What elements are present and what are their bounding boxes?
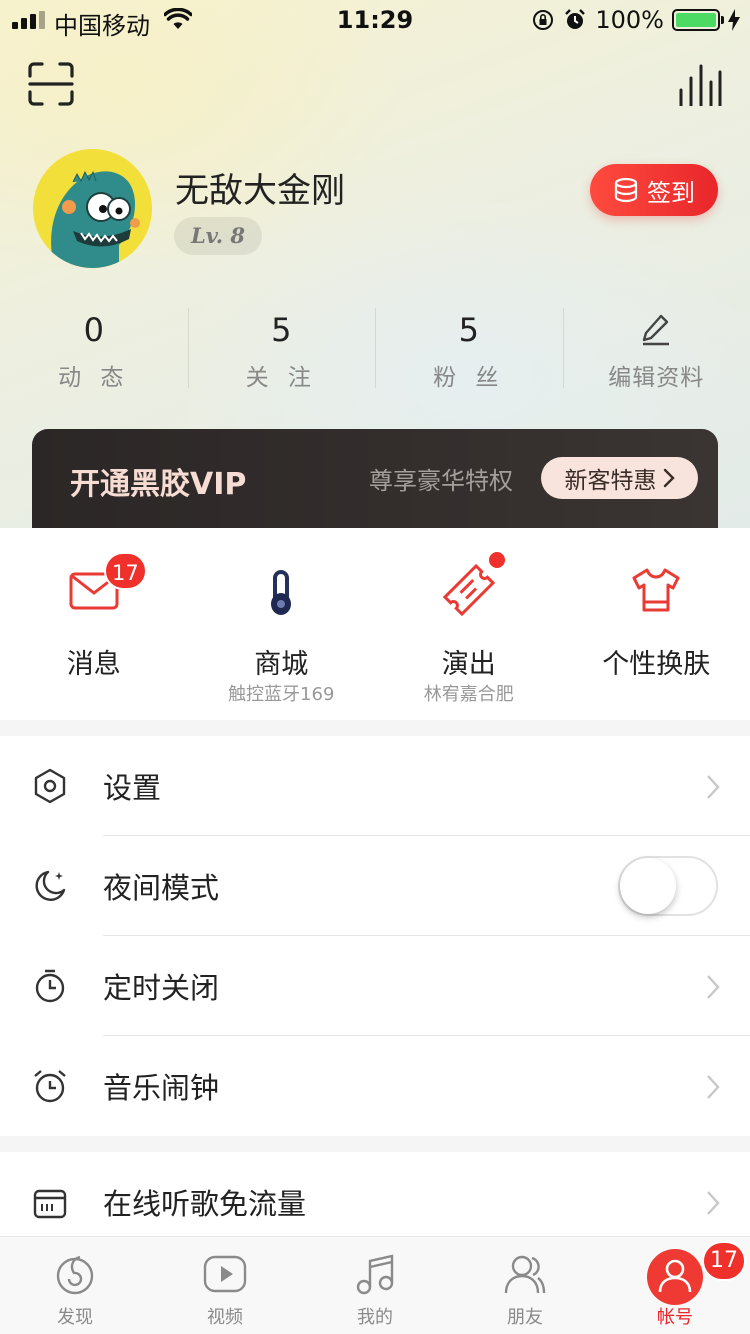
profile-stats: 0 动 态 5 关 注 5 粉 丝 编辑资料 — [0, 308, 750, 391]
tab-bar: 发现 视频 我的 朋友 17 帐号 — [0, 1236, 750, 1334]
chevron-right-icon — [663, 468, 675, 488]
edit-profile-button[interactable]: 编辑资料 — [562, 308, 750, 391]
settings-item-music-alarm[interactable]: 音乐闹钟 — [0, 1036, 750, 1136]
vip-offer-label: 新客特惠 — [564, 468, 657, 494]
vip-offer-button[interactable]: 新客特惠 — [541, 457, 698, 499]
coins-icon — [614, 177, 638, 203]
settings-item-label: 在线听歌免流量 — [103, 1187, 307, 1221]
tshirt-icon — [632, 568, 680, 612]
quick-mall[interactable]: 商城 触控蓝牙169 — [188, 528, 376, 720]
settings-item-label: 音乐闹钟 — [103, 1071, 220, 1105]
chevron-right-icon — [707, 1191, 720, 1215]
settings-item-settings[interactable]: 设置 — [0, 736, 750, 836]
tab-account[interactable]: 17 帐号 — [600, 1237, 750, 1334]
stat-posts[interactable]: 0 动 态 — [0, 308, 188, 391]
hexagon-settings-icon — [34, 768, 66, 804]
account-icon — [658, 1259, 692, 1293]
quick-shows-title: 演出 — [441, 649, 496, 680]
ticket-icon — [442, 563, 495, 617]
level-badge[interactable]: Lv. 8 — [174, 217, 262, 255]
toggle-knob — [620, 858, 676, 914]
discover-icon — [56, 1255, 94, 1295]
orientation-lock-icon — [533, 10, 554, 30]
stat-following-label: 关 注 — [245, 365, 317, 391]
tab-label: 朋友 — [507, 1307, 543, 1328]
alarm-icon — [565, 9, 586, 29]
chevron-right-icon — [707, 1075, 720, 1099]
settings-item-label: 夜间模式 — [103, 871, 220, 905]
status-bar: 中国移动 11:29 100% — [0, 0, 750, 40]
tab-discover[interactable]: 发现 — [0, 1237, 150, 1334]
alarm-clock-icon — [34, 1070, 66, 1103]
edit-profile-label: 编辑资料 — [608, 365, 705, 391]
video-icon — [203, 1255, 247, 1293]
quick-mall-title: 商城 — [254, 649, 309, 680]
signin-button[interactable]: 签到 — [590, 164, 718, 216]
timer-icon — [35, 969, 65, 1003]
pencil-icon — [643, 314, 670, 346]
moon-icon — [35, 870, 66, 901]
settings-list-2: 在线听歌免流量 — [0, 1152, 750, 1242]
account-badge: 17 — [702, 1241, 746, 1281]
stat-following[interactable]: 5 关 注 — [187, 308, 376, 391]
settings-item-night-mode: 夜间模式 — [0, 836, 750, 936]
tab-label: 发现 — [57, 1307, 93, 1328]
nickname[interactable]: 无敌大金刚 — [175, 163, 345, 212]
shows-new-dot — [487, 550, 507, 570]
stat-posts-label: 动 态 — [58, 365, 130, 391]
quick-mall-subtitle: 触控蓝牙169 — [228, 684, 335, 705]
scan-icon[interactable] — [28, 62, 74, 106]
vip-title: 开通黑胶VIP — [70, 467, 247, 502]
battery-icon — [672, 9, 724, 31]
quick-messages-title: 消息 — [66, 649, 121, 680]
music-note-icon — [356, 1254, 394, 1295]
stat-posts-value: 0 — [83, 311, 104, 349]
quick-shows-subtitle: 林宥嘉合肥 — [423, 684, 514, 705]
quick-shows[interactable]: 演出 林宥嘉合肥 — [375, 528, 563, 720]
avatar[interactable] — [33, 149, 152, 268]
vip-banner[interactable]: 开通黑胶VIP 尊享豪华特权 新客特惠 — [32, 429, 718, 539]
signin-label: 签到 — [647, 178, 695, 207]
sim-card-icon — [33, 1189, 67, 1219]
quick-messages[interactable]: 17 消息 — [0, 528, 188, 720]
music-bars-icon[interactable] — [678, 64, 722, 106]
chevron-right-icon — [707, 775, 720, 799]
settings-item-label: 设置 — [103, 771, 162, 805]
quick-skins-title: 个性换肤 — [602, 649, 711, 680]
battery-percent: 100% — [595, 6, 664, 34]
quick-entries: 17 消息 商城 触控蓝牙169 演出 林宥嘉合肥 个性换肤 — [0, 528, 750, 720]
stat-followers[interactable]: 5 粉 丝 — [375, 308, 563, 391]
tab-mine[interactable]: 我的 — [300, 1237, 450, 1334]
tab-label: 帐号 — [657, 1307, 693, 1328]
headphones-icon — [271, 570, 292, 615]
messages-badge: 17 — [104, 552, 147, 590]
settings-item-label: 定时关闭 — [103, 971, 220, 1005]
tab-video[interactable]: 视频 — [150, 1237, 300, 1334]
stat-following-value: 5 — [271, 311, 292, 349]
tab-label: 视频 — [207, 1307, 243, 1328]
status-right: 100% — [531, 6, 740, 34]
settings-item-sleep-timer[interactable]: 定时关闭 — [0, 936, 750, 1036]
settings-list: 设置 夜间模式 定时关闭 音乐闹钟 — [0, 736, 750, 1136]
vip-subtitle: 尊享豪华特权 — [369, 467, 513, 495]
chevron-right-icon — [707, 975, 720, 999]
charging-bolt-icon — [728, 9, 740, 31]
avatar-dinosaur-image — [51, 170, 140, 268]
stat-followers-label: 粉 丝 — [433, 365, 505, 391]
tab-label: 我的 — [357, 1307, 393, 1328]
friends-icon — [504, 1255, 546, 1294]
tab-friends[interactable]: 朋友 — [450, 1237, 600, 1334]
quick-skins[interactable]: 个性换肤 — [563, 528, 750, 720]
night-mode-toggle[interactable] — [618, 856, 718, 916]
stat-followers-value: 5 — [458, 311, 479, 349]
